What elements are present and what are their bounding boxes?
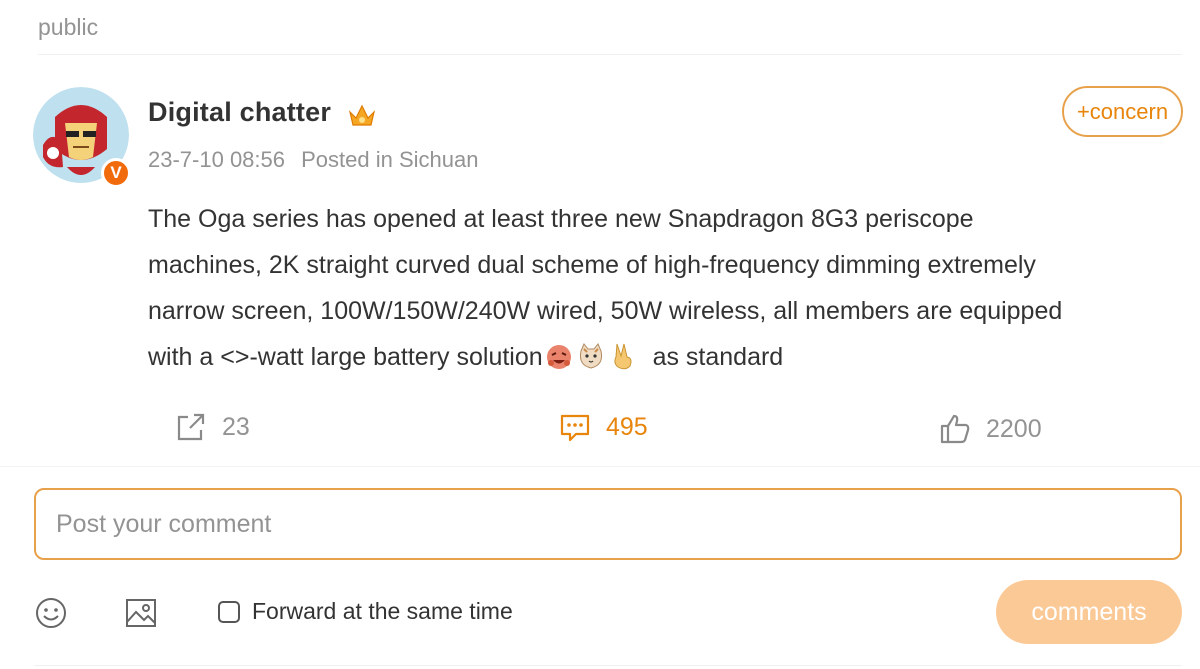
post-text-last-line: with a <>-watt large battery solution as… bbox=[148, 334, 1188, 380]
comment-button[interactable]: 495 bbox=[558, 410, 648, 444]
post-text-line: narrow screen, 100W/150W/240W wired, 50W… bbox=[148, 297, 1063, 325]
comment-input[interactable] bbox=[36, 490, 1180, 558]
repost-count: 23 bbox=[222, 412, 250, 441]
post-text-line: with a <>-watt large battery solution bbox=[148, 343, 543, 371]
like-count: 2200 bbox=[986, 414, 1042, 443]
follow-button[interactable]: +concern bbox=[1062, 86, 1183, 137]
image-upload-icon[interactable] bbox=[124, 596, 158, 630]
like-button[interactable]: 2200 bbox=[938, 412, 1042, 446]
forward-option[interactable]: Forward at the same time bbox=[218, 598, 513, 625]
cat-emoji-icon bbox=[579, 343, 602, 369]
forward-label: Forward at the same time bbox=[252, 598, 513, 624]
share-icon bbox=[177, 413, 205, 441]
divider bbox=[0, 466, 1200, 467]
author-name[interactable]: Digital chatter bbox=[148, 97, 331, 128]
post-text-line: machines, 2K straight curved dual scheme… bbox=[148, 251, 1036, 279]
submit-comment-button[interactable]: comments bbox=[996, 580, 1182, 644]
comment-icon bbox=[560, 414, 590, 442]
divider bbox=[34, 665, 1182, 666]
victory-hand-emoji-icon bbox=[614, 343, 632, 370]
repost-button[interactable]: 23 bbox=[174, 410, 250, 444]
divider bbox=[38, 54, 1182, 55]
verified-badge: V bbox=[101, 158, 131, 188]
emoji-picker-icon[interactable] bbox=[34, 596, 68, 630]
crown-icon bbox=[348, 104, 376, 126]
laughing-emoji-icon bbox=[546, 345, 571, 369]
post-location: Posted in Sichuan bbox=[301, 147, 479, 172]
post-body: The Oga series has opened at least three… bbox=[148, 196, 1188, 380]
post-text-tail: as standard bbox=[652, 343, 784, 371]
comment-box bbox=[34, 488, 1182, 560]
thumbs-up-icon bbox=[940, 414, 970, 444]
post-timestamp[interactable]: 23-7-10 08:56 bbox=[148, 147, 285, 172]
post-text-line: The Oga series has opened at least three… bbox=[148, 205, 974, 233]
post-meta: 23-7-10 08:56 Posted in Sichuan bbox=[148, 147, 478, 173]
forward-checkbox[interactable] bbox=[218, 600, 240, 623]
privacy-label: public bbox=[38, 14, 99, 40]
comment-count: 495 bbox=[606, 412, 648, 441]
